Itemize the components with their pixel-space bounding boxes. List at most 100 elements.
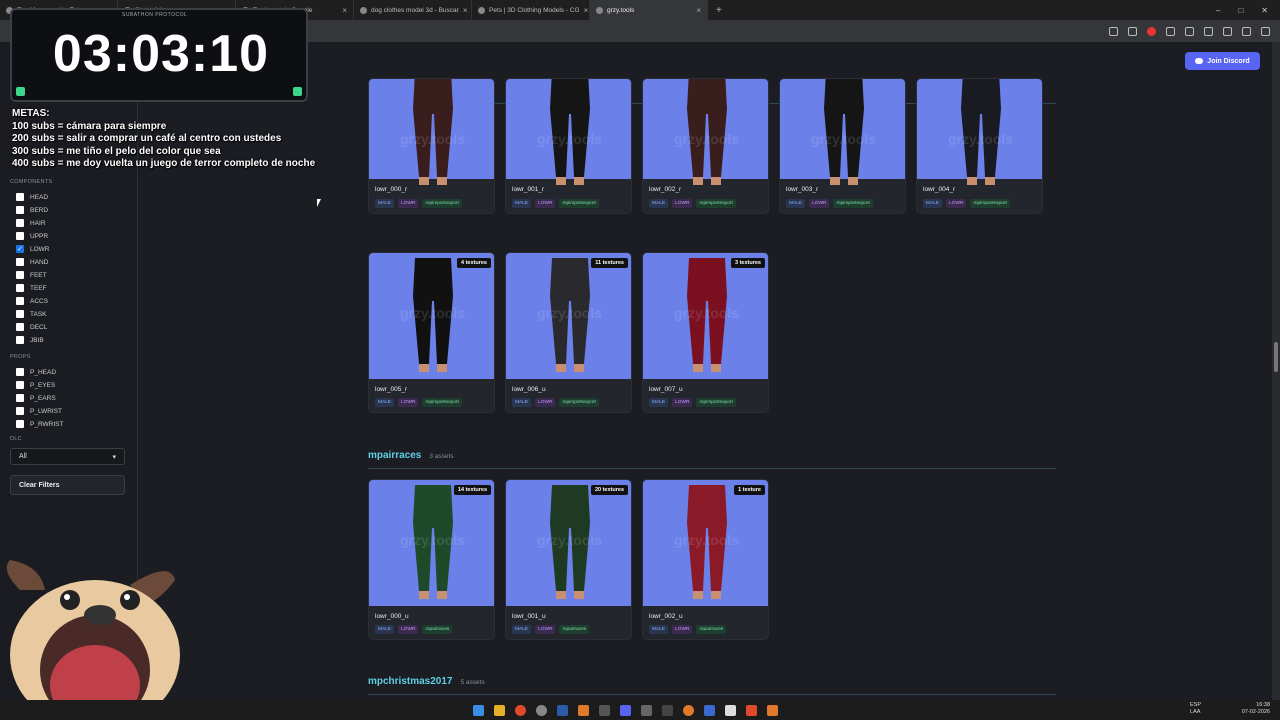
app-icon-5[interactable] (662, 704, 673, 716)
bookmark-star-icon[interactable] (1128, 26, 1137, 36)
filter-task[interactable]: TASK (16, 310, 47, 318)
minimize-icon[interactable]: – (1216, 6, 1220, 15)
filter-hand[interactable]: HAND (16, 258, 48, 266)
chrome-icon[interactable] (515, 704, 526, 716)
checkbox[interactable] (16, 336, 24, 344)
checkbox[interactable] (16, 284, 24, 292)
extension-icon[interactable] (1166, 26, 1175, 36)
asset-thumbnail[interactable]: grzy.tools 14 textures (369, 480, 494, 606)
asset-card[interactable]: grzy.tools 3 textures lowr_007_u MALE LOWR mp… (642, 252, 769, 413)
profile-icon[interactable] (1242, 26, 1251, 36)
checkbox[interactable] (16, 232, 24, 240)
app-icon-9[interactable] (767, 704, 778, 716)
asset-thumbnail[interactable]: grzy.tools (643, 79, 768, 185)
extensions-puzzle-icon[interactable] (1204, 26, 1213, 36)
asset-thumbnail[interactable]: grzy.tools (369, 79, 494, 185)
asset-card[interactable]: grzy.tools lowr_003_r MALE LOWR mpimportexpo… (779, 78, 906, 214)
app-icon-7[interactable] (725, 704, 736, 716)
asset-thumbnail[interactable]: grzy.tools 3 textures (643, 253, 768, 379)
asset-thumbnail[interactable]: grzy.tools 20 textures (506, 480, 631, 606)
asset-card[interactable]: grzy.tools lowr_004_r MALE LOWR mpimportexpo… (916, 78, 1043, 214)
new-tab-button[interactable]: + (708, 5, 730, 16)
join-discord-button[interactable]: Join Discord (1185, 52, 1260, 70)
filter-hair[interactable]: HAIR (16, 219, 46, 227)
app-icon-4[interactable] (641, 704, 652, 716)
download-icon[interactable] (1223, 26, 1232, 36)
app-icon-2[interactable] (578, 704, 589, 716)
checkbox[interactable] (16, 420, 24, 428)
blender-icon[interactable] (683, 704, 694, 716)
asset-card[interactable]: grzy.tools 14 textures lowr_000_u MALE LOWR m… (368, 479, 495, 640)
filter-p_head[interactable]: P_HEAD (16, 368, 56, 376)
windows-start-icon[interactable] (473, 704, 484, 716)
extension-icon-2[interactable] (1185, 26, 1194, 36)
tag-gender: MALE (375, 199, 395, 208)
tab-close-icon[interactable]: × (584, 6, 589, 15)
filter-p_eyes[interactable]: P_EYES (16, 381, 55, 389)
checkbox[interactable] (16, 219, 24, 227)
filter-uppr[interactable]: UPPR (16, 232, 48, 240)
filter-teef[interactable]: TEEF (16, 284, 47, 292)
asset-card[interactable]: grzy.tools lowr_000_r MALE LOWR mpimportexpo… (368, 78, 495, 214)
filter-head[interactable]: HEAD (16, 193, 48, 201)
tab-close-icon[interactable]: × (696, 6, 701, 15)
checkbox[interactable]: ✓ (16, 245, 24, 253)
checkbox[interactable] (16, 323, 24, 331)
menu-dots-icon[interactable] (1261, 26, 1270, 36)
tab-close-icon[interactable]: × (342, 6, 347, 15)
asset-card[interactable]: grzy.tools lowr_001_r MALE LOWR mpimportexpo… (505, 78, 632, 214)
filter-p_lwrist[interactable]: P_LWRIST (16, 407, 62, 415)
asset-thumbnail[interactable]: grzy.tools (780, 79, 905, 185)
checkbox[interactable] (16, 394, 24, 402)
checkbox[interactable] (16, 368, 24, 376)
asset-thumbnail[interactable]: grzy.tools (506, 79, 631, 185)
asset-card[interactable]: grzy.tools 4 textures lowr_005_r MALE LOWR mp… (368, 252, 495, 413)
asset-thumbnail[interactable]: grzy.tools (917, 79, 1042, 185)
asset-thumbnail[interactable]: grzy.tools 11 textures (506, 253, 631, 379)
checkbox[interactable] (16, 206, 24, 214)
extension-record-icon[interactable] (1147, 26, 1156, 36)
filter-jbib[interactable]: JBIB (16, 336, 44, 344)
clear-filters-button[interactable]: Clear Filters (10, 475, 125, 495)
checkbox[interactable] (16, 381, 24, 389)
asset-card[interactable]: grzy.tools 20 textures lowr_001_u MALE LOWR m… (505, 479, 632, 640)
checkbox[interactable] (16, 271, 24, 279)
asset-card[interactable]: grzy.tools 1 texture lowr_002_u MALE LOWR mpa… (642, 479, 769, 640)
filter-feet[interactable]: FEET (16, 271, 47, 279)
app-icon-6[interactable] (704, 704, 715, 716)
browser-tab[interactable]: grzy.tools × (590, 0, 708, 20)
checkbox[interactable] (16, 193, 24, 201)
asset-card[interactable]: grzy.tools 11 textures lowr_006_u MALE LOWR m… (505, 252, 632, 413)
app-icon-8[interactable] (746, 704, 757, 716)
filter-decl[interactable]: DECL (16, 323, 47, 331)
steam-icon[interactable] (557, 704, 568, 716)
dlc-select[interactable]: All ▾ (10, 448, 125, 465)
app-icon[interactable] (536, 704, 547, 716)
filter-p_ears[interactable]: P_EARS (16, 394, 56, 402)
checkbox[interactable] (16, 258, 24, 266)
browser-tab[interactable]: dog clothes model 3d - Buscar × (354, 0, 472, 20)
discord-taskbar-icon[interactable] (620, 704, 631, 716)
close-window-icon[interactable]: ✕ (1261, 6, 1268, 15)
app-icon-3[interactable] (599, 704, 610, 716)
asset-thumbnail[interactable]: grzy.tools 1 texture (643, 480, 768, 606)
tab-close-icon[interactable]: × (463, 6, 468, 15)
filter-p_rwrist[interactable]: P_RWRIST (16, 420, 63, 428)
filter-accs[interactable]: ACCS (16, 297, 48, 305)
clock[interactable]: 16:38 07-02-2026 (1242, 702, 1270, 716)
language-indicator[interactable]: ESP LAA (1190, 702, 1201, 716)
asset-thumbnail[interactable]: grzy.tools 4 textures (369, 253, 494, 379)
filter-berd[interactable]: BERD (16, 206, 48, 214)
cast-icon[interactable] (1109, 26, 1118, 36)
page-scrollbar[interactable] (1272, 42, 1280, 700)
file-explorer-icon[interactable] (494, 704, 505, 716)
browser-tab[interactable]: Pets | 3D Clothing Models - CG × (472, 0, 590, 20)
checkbox[interactable] (16, 297, 24, 305)
asset-name: lowr_005_r (375, 386, 408, 393)
filter-lowr[interactable]: ✓ LOWR (16, 245, 50, 253)
checkbox[interactable] (16, 407, 24, 415)
maximize-icon[interactable]: □ (1238, 6, 1243, 15)
scrollbar-thumb[interactable] (1274, 342, 1278, 372)
checkbox[interactable] (16, 310, 24, 318)
asset-card[interactable]: grzy.tools lowr_002_r MALE LOWR mpimportexpo… (642, 78, 769, 214)
